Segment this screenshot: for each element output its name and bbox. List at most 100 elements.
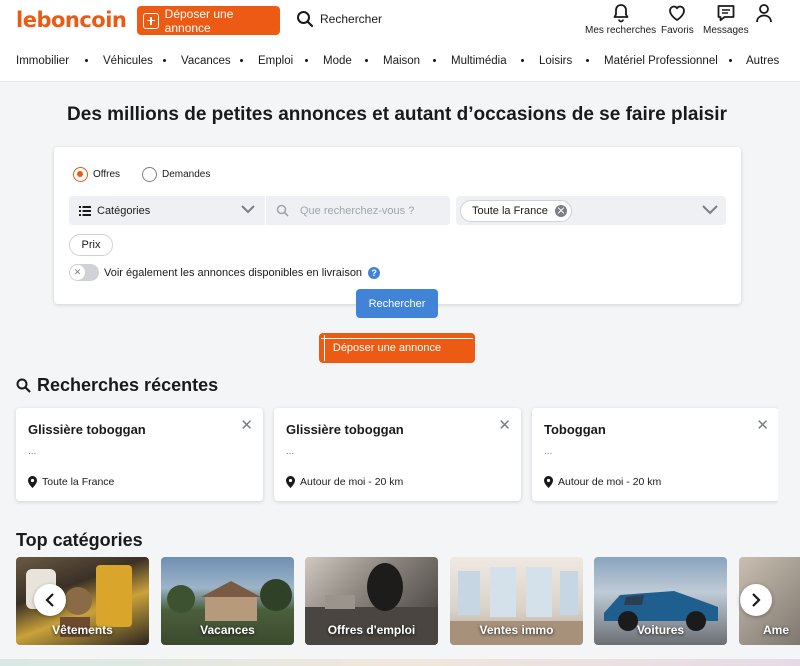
nav-separator	[163, 59, 166, 62]
logo[interactable]: leboncoin	[16, 8, 127, 32]
category-select[interactable]: Catégories	[69, 196, 265, 225]
close-icon[interactable]: ✕	[498, 418, 511, 433]
search-icon	[16, 378, 31, 393]
nav-loisirs[interactable]: Loisirs	[539, 55, 572, 67]
radio-requests-label: Demandes	[162, 169, 211, 180]
my-searches-label: Mes recherches	[585, 25, 657, 36]
heart-icon	[669, 5, 686, 21]
toggle-off-icon: ✕	[70, 265, 85, 280]
search-icon	[297, 11, 314, 28]
nav-immobilier[interactable]: Immobilier	[16, 55, 69, 67]
messages-link[interactable]: Messages	[703, 3, 749, 36]
post-ad-button-secondary[interactable]: Déposer une annonce	[319, 333, 475, 363]
location-pin-icon	[28, 476, 37, 488]
carousel-prev-button[interactable]	[34, 584, 66, 616]
plus-icon	[449, 342, 461, 354]
recent-search-location: Toute la France	[28, 476, 114, 488]
location-field[interactable]: Toute la France	[456, 196, 726, 225]
nav-emploi[interactable]: Emploi	[258, 55, 293, 67]
recent-search-location-label: Autour de moi - 20 km	[558, 476, 662, 488]
top-categories-title: Top catégories	[16, 530, 143, 550]
nav-vacances[interactable]: Vacances	[181, 55, 231, 67]
nav-separator	[521, 59, 524, 62]
radio-offers-indicator	[73, 167, 88, 182]
search-submit-button[interactable]: Rechercher	[356, 289, 438, 318]
recent-searches-label: Recherches récentes	[37, 375, 219, 395]
chevron-right-icon	[752, 593, 761, 607]
search-link-label: Rechercher	[320, 12, 383, 26]
post-ad-secondary-label: Déposer une annonce	[332, 342, 442, 354]
recent-search-detail: ...	[286, 446, 295, 457]
post-ad-label: Déposer une annonce	[164, 6, 234, 35]
delivery-toggle[interactable]: ✕	[69, 264, 99, 281]
recent-search-location: Autour de moi - 20 km	[544, 476, 661, 488]
top-category-label: Voitures	[636, 623, 685, 637]
search-input[interactable]: Que recherchez-vous ?	[266, 196, 450, 225]
radio-offers-label: Offres	[93, 169, 121, 180]
top-category-card[interactable]: Ventes immo	[450, 557, 583, 645]
hero-title: Des millions de petites annonces et auta…	[67, 104, 727, 125]
top-category-label: Vêtements	[52, 623, 113, 637]
nav-mode[interactable]: Mode	[323, 55, 352, 67]
top-category-card[interactable]: Offres d'emploi	[305, 557, 438, 645]
location-chip-label: Toute la France	[472, 204, 548, 217]
bell-icon	[613, 4, 628, 23]
account-link[interactable]	[755, 3, 773, 25]
list-icon	[79, 205, 91, 216]
delivery-toggle-label: Voir également les annonces disponibles …	[104, 266, 363, 279]
nav-maison[interactable]: Maison	[383, 55, 420, 67]
radio-requests-indicator	[142, 167, 157, 182]
post-ad-button[interactable]: Déposer une annonce	[137, 6, 280, 35]
radio-requests[interactable]: Demandes	[142, 167, 210, 182]
radio-offers[interactable]: Offres	[73, 167, 120, 182]
search-link[interactable]: Rechercher	[296, 10, 382, 28]
recent-search-title: Toboggan	[544, 422, 606, 437]
user-icon	[756, 4, 772, 23]
chevron-down-icon	[241, 205, 255, 214]
nav-multimedia[interactable]: Multimédia	[451, 55, 507, 67]
recent-search-card[interactable]: Toboggan ... Autour de moi - 20 km ✕	[532, 408, 779, 501]
top-category-card[interactable]: Vacances	[161, 557, 294, 645]
carousel-next-button[interactable]	[740, 584, 772, 616]
help-icon[interactable]: ?	[368, 266, 381, 279]
top-category-label: Offres d'emploi	[327, 623, 416, 637]
favorites-label: Favoris	[661, 25, 694, 36]
clear-location-icon[interactable]	[554, 204, 567, 217]
nav-separator	[85, 59, 88, 62]
category-select-label: Catégories	[97, 204, 151, 217]
top-category-label: Ventes immo	[479, 623, 554, 637]
delivery-toggle-row: ✕ Voir également les annonces disponible…	[69, 264, 381, 281]
recent-search-detail: ...	[544, 446, 553, 457]
messages-label: Messages	[703, 25, 749, 36]
nav-separator	[729, 59, 732, 62]
recent-search-card[interactable]: Glissière toboggan ... Toute la France ✕	[16, 408, 263, 501]
message-icon	[717, 5, 735, 22]
recent-search-card[interactable]: Glissière toboggan ... Autour de moi - 2…	[274, 408, 521, 501]
nav-separator	[586, 59, 589, 62]
recent-search-location-label: Toute la France	[42, 476, 115, 488]
location-chip: Toute la France	[460, 199, 572, 222]
nav-separator	[240, 59, 243, 62]
recent-search-location-label: Autour de moi - 20 km	[300, 476, 404, 488]
search-input-placeholder: Que recherchez-vous ?	[300, 204, 415, 217]
favorites-link[interactable]: Favoris	[661, 3, 694, 36]
price-filter-button[interactable]: Prix	[69, 234, 113, 256]
chevron-left-icon	[45, 593, 54, 607]
close-icon[interactable]: ✕	[240, 418, 253, 433]
nav-vehicules[interactable]: Véhicules	[103, 55, 153, 67]
my-searches-link[interactable]: Mes recherches	[585, 3, 656, 36]
recent-search-title: Glissière toboggan	[286, 422, 404, 437]
location-pin-icon	[286, 476, 295, 488]
top-category-label: Vacances	[200, 623, 255, 637]
nav-autres[interactable]: Autres	[746, 55, 779, 67]
scroll-edge	[778, 400, 800, 510]
nav-materiel-pro[interactable]: Matériel Professionnel	[604, 55, 718, 67]
bottom-banner-edge	[0, 659, 800, 666]
nav-separator	[305, 59, 308, 62]
recent-search-title: Glissière toboggan	[28, 422, 146, 437]
recent-searches-title: Recherches récentes	[16, 375, 218, 396]
recent-search-location: Autour de moi - 20 km	[286, 476, 403, 488]
close-icon[interactable]: ✕	[756, 418, 769, 433]
location-pin-icon	[544, 476, 553, 488]
top-category-card[interactable]: Voitures	[594, 557, 727, 645]
